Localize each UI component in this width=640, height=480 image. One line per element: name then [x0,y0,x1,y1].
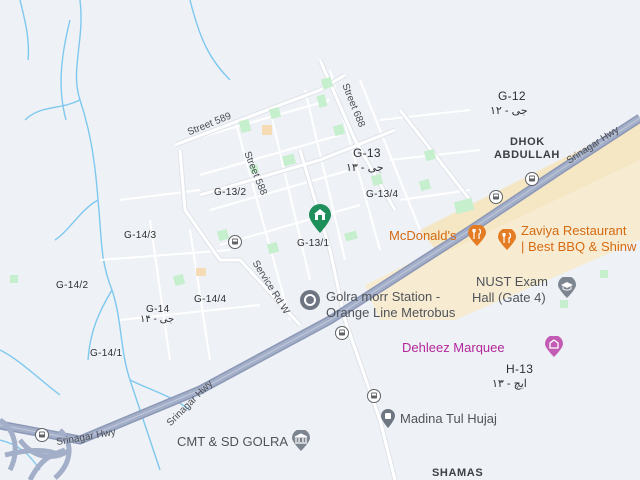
label-shamas: SHAMAS [432,467,484,479]
label-g12-urdu: جی - ۱۲ [490,105,528,117]
restaurant-icon[interactable] [497,229,517,251]
label-g14-urdu: جی - ۱۴ [140,314,175,325]
label-g13-2: G-13/2 [214,187,247,198]
golra-station-label-line1[interactable]: Golra morr Station - [326,289,440,305]
home-pin-icon[interactable] [307,204,333,234]
label-abdullah: ABDULLAH [494,149,560,161]
restaurant-icon[interactable] [467,225,487,247]
label-g13: G-13 [353,146,381,160]
zaviya-label-line1[interactable]: Zaviya Restaurant [521,223,627,239]
landmark-icon[interactable] [291,430,311,452]
bus-stop-icon[interactable] [335,326,349,340]
bus-stop-icon[interactable] [489,190,503,204]
label-g14-2: G-14/2 [56,280,89,291]
label-h13-urdu: ایچ - ۱۳ [492,378,527,390]
label-dhok: DHOK [510,136,545,148]
label-g14-1: G-14/1 [90,348,123,359]
label-g13-urdu: جی - ۱۳ [346,162,384,174]
school-icon[interactable] [557,277,577,299]
nust-label-line1[interactable]: NUST Exam [476,274,548,290]
dehleez-label[interactable]: Dehleez Marquee [402,340,505,355]
label-g13-4: G-13/4 [366,189,399,200]
zaviya-label-line2[interactable]: | Best BBQ & Shinw [521,239,636,255]
label-h13: H-13 [506,362,534,376]
map-view[interactable]: G-12 جی - ۱۲ DHOK ABDULLAH G-13 جی - ۱۳ … [0,0,640,480]
bus-stop-icon[interactable] [367,389,381,403]
venue-icon[interactable] [544,336,564,358]
travel-agency-icon[interactable] [380,409,396,429]
bus-stop-icon[interactable] [525,172,539,186]
madina-label[interactable]: Madina Tul Hujaj [400,411,497,427]
label-g14-3: G-14/3 [124,230,157,241]
cmt-label[interactable]: CMT & SD GOLRA [177,434,288,450]
transit-station-icon[interactable] [299,289,321,311]
nust-label-line2[interactable]: Hall (Gate 4) [472,290,546,306]
label-g12: G-12 [498,89,526,103]
golra-station-label-line2[interactable]: Orange Line Metrobus [326,305,455,321]
label-g13-1: G-13/1 [297,238,330,249]
bus-stop-icon[interactable] [35,428,49,442]
mcdonalds-label[interactable]: McDonald's [389,228,457,244]
label-g14-4: G-14/4 [194,294,227,305]
bus-stop-icon[interactable] [228,235,242,249]
